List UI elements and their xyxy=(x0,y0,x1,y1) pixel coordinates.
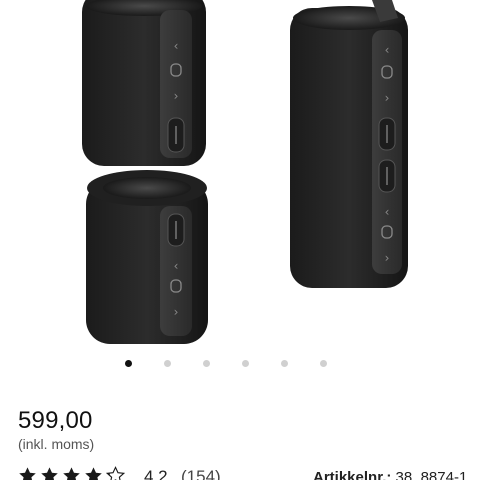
rating-row: 4,2 (154) Artikkelnr.: 38_8874-1 xyxy=(18,466,480,480)
star-icon xyxy=(19,467,36,480)
carousel-dot-2[interactable] xyxy=(164,360,171,367)
svg-text:‹: ‹ xyxy=(174,39,179,53)
article-number: Artikkelnr.: 38_8874-1 xyxy=(313,469,467,480)
article-value: 38_8874-1 xyxy=(395,469,468,480)
svg-text:›: › xyxy=(385,91,390,105)
star-outline-icon xyxy=(106,466,125,480)
article-label: Artikkelnr.: xyxy=(313,469,392,480)
carousel-dot-1[interactable] xyxy=(125,360,132,367)
carousel-dot-5[interactable] xyxy=(281,360,288,367)
star-rating[interactable] xyxy=(18,466,125,480)
rating-value: 4,2 xyxy=(144,467,168,480)
star-icon xyxy=(85,467,102,480)
speaker-upper-module: ‹ › xyxy=(82,0,206,166)
speaker-product-image: ‹ › ‹ › ‹ › ‹ › xyxy=(82,0,408,344)
svg-text:›: › xyxy=(174,305,179,319)
svg-text:›: › xyxy=(385,251,390,265)
product-image-gallery[interactable]: ‹ › ‹ › ‹ › ‹ › xyxy=(0,0,480,350)
carousel-indicator xyxy=(0,360,480,370)
svg-text:‹: ‹ xyxy=(174,259,179,273)
vat-note: (inkl. moms) xyxy=(18,436,95,452)
carousel-dot-4[interactable] xyxy=(242,360,249,367)
carousel-dot-3[interactable] xyxy=(203,360,210,367)
svg-text:›: › xyxy=(174,89,179,103)
carousel-dot-6[interactable] xyxy=(320,360,327,367)
speaker-full: ‹ › ‹ › xyxy=(290,0,408,288)
svg-text:‹: ‹ xyxy=(385,43,390,57)
star-icon xyxy=(41,467,58,480)
review-count-link[interactable]: (154) xyxy=(181,467,221,480)
svg-text:‹: ‹ xyxy=(385,205,390,219)
speaker-lower-module: ‹ › xyxy=(86,170,208,344)
star-icon xyxy=(63,467,80,480)
product-price: 599,00 xyxy=(18,407,93,434)
